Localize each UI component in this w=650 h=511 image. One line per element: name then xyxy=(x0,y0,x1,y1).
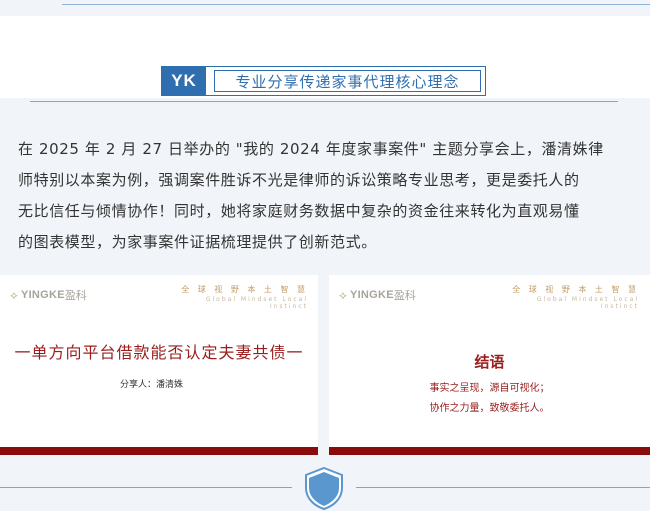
conclusion-line-2: 协作之力量，致敬委托人。 xyxy=(429,403,550,414)
conclusion-title: 结语 xyxy=(474,353,505,371)
section-badge: YK xyxy=(162,67,206,95)
slide-title: 一单方向平台借款能否认定夫妻共债一 xyxy=(14,343,304,362)
tagline-en: Global Mindset Local Instinct xyxy=(536,296,639,310)
slide-footer-bar xyxy=(329,447,650,455)
logo-name: YINGKE xyxy=(20,289,65,301)
bottom-divider-right xyxy=(356,487,650,488)
logo-cn: 盈科 xyxy=(64,290,87,302)
shield-icon xyxy=(305,466,343,511)
article-line: 在 2025 年 2 月 27 日举办的 "我的 2024 年度家事案件" 主题… xyxy=(18,140,604,158)
slide-title-page: ⟡ YINGKE 盈科 全 球 视 野 本 土 智 慧 Global Minds… xyxy=(0,275,318,455)
slide-tagline: 全 球 视 野 本 土 智 慧 Global Mindset Local Ins… xyxy=(170,284,308,310)
article-line: 无比信任与倾情协作！同时，她将家庭财务数据中复杂的资金往来转化为直观易懂 xyxy=(18,202,580,220)
conclusion-line-1: 事实之呈现，源自可视化； xyxy=(429,383,550,394)
bottom-divider-left xyxy=(0,487,292,488)
yingke-logo: ⟡ YINGKE 盈科 xyxy=(10,287,87,303)
article-line: 的图表模型，为家事案件证据梳理提供了创新范式。 xyxy=(18,233,377,251)
section-title: YK 专业分享传递家事代理核心理念 xyxy=(161,66,486,96)
tagline-cn: 全 球 视 野 本 土 智 慧 xyxy=(512,285,639,294)
yingke-logo-icon: ⟡ xyxy=(339,287,347,302)
article-line: 师特别以本案为例，强调案件胜诉不光是律师的诉讼策略专业思考，更是委托人的 xyxy=(18,171,580,189)
tagline-en: Global Mindset Local Instinct xyxy=(205,296,308,310)
top-strip xyxy=(0,0,650,16)
slide-footer-bar xyxy=(0,447,318,455)
section-title-text: 专业分享传递家事代理核心理念 xyxy=(214,70,481,92)
logo-cn: 盈科 xyxy=(393,290,416,302)
top-divider xyxy=(62,4,650,5)
article-paragraph: 在 2025 年 2 月 27 日举办的 "我的 2024 年度家事案件" 主题… xyxy=(18,134,634,258)
tagline-cn: 全 球 视 野 本 土 智 慧 xyxy=(181,285,308,294)
slide-tagline: 全 球 视 野 本 土 智 慧 Global Mindset Local Ins… xyxy=(501,284,639,310)
yingke-logo: ⟡ YINGKE 盈科 xyxy=(339,287,416,303)
slide-conclusion: ⟡ YINGKE 盈科 全 球 视 野 本 土 智 慧 Global Minds… xyxy=(329,275,650,455)
header-divider xyxy=(30,101,618,102)
logo-name: YINGKE xyxy=(349,289,394,301)
yingke-logo-icon: ⟡ xyxy=(10,287,18,302)
slide-sharer: 分享人：潘清姝 xyxy=(120,380,184,390)
